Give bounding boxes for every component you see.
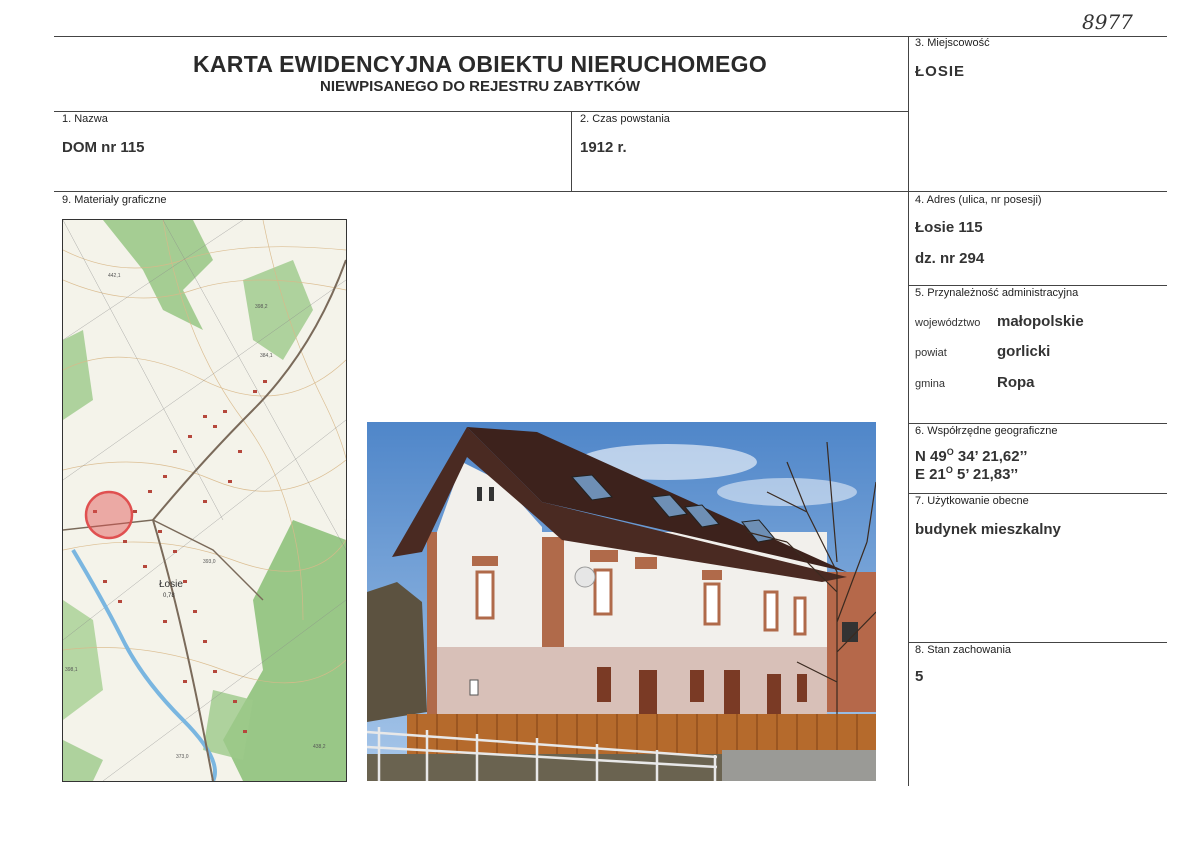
stan-value: 5 [915,668,924,685]
card-subtitle: NIEWPISANEGO DO REJESTRU ZABYTKÓW [319,78,641,95]
map-height-7: 373,0 [176,754,189,760]
map-town-label: Łosie [159,579,183,590]
wspolrzedne-label: 6. Współrzędne geograficzne [915,425,1058,437]
adres-value: Łosie 115 [915,219,983,236]
miejscowosc-value: ŁOSIE [915,63,966,80]
topographic-map: Łosie 0,78 442,1 398,2 384,1 393,0 398,1… [62,219,347,782]
wojewodztwo-label: województwo [915,317,981,329]
row-divider-2 [54,191,1167,192]
handwritten-number: 8977 [1082,10,1133,34]
przynaleznosc-label: 5. Przynależność administracyjna [915,287,1079,299]
dzialka-value: dz. nr 294 [915,250,985,267]
house-photo [367,422,876,781]
czas-label: 2. Czas powstania [580,113,670,125]
nazwa-value: DOM nr 115 [62,139,145,156]
adres-label: 4. Adres (ulica, nr posesji) [915,194,1042,206]
map-height-4: 393,0 [203,559,216,565]
map-height-2: 398,2 [255,304,268,310]
coord-e: E 21O 5’ 21,83’’ [915,465,1019,483]
top-border [54,36,1167,37]
map-height-3: 384,1 [260,353,273,359]
materialy-label: 9. Materiały graficzne [62,194,167,206]
right-divider-6 [908,423,1167,424]
czas-value: 1912 r. [580,139,627,156]
map-town-sub: 0,78 [163,593,175,599]
stan-label: 8. Stan zachowania [915,644,1012,656]
right-divider-7 [908,493,1167,494]
map-height-1: 442,1 [108,273,121,279]
nazwa-label: 1. Nazwa [62,113,108,125]
nazwa-czas-divider [571,111,572,191]
right-column-divider [908,36,909,786]
miejscowosc-label: 3. Miejscowość [915,37,990,49]
coord-n: N 49O 34’ 21,62’’ [915,447,1028,465]
record-card: 8977 KARTA EWIDENCYJNA OBIEKTU NIERUCHOM… [0,0,1199,843]
gmina-value: Ropa [997,374,1035,391]
powiat-label: powiat [915,347,947,359]
right-divider-5 [908,285,1167,286]
row-divider-1 [54,111,908,112]
uzytkowanie-value: budynek mieszkalny [915,521,1061,538]
right-divider-8 [908,642,1167,643]
wojewodztwo-value: małopolskie [997,313,1084,330]
powiat-value: gorlicki [997,343,1051,360]
uzytkowanie-label: 7. Użytkowanie obecne [915,495,1029,507]
card-title: KARTA EWIDENCYJNA OBIEKTU NIERUCHOMEGO [192,51,768,77]
gmina-label: gmina [915,378,945,390]
map-height-5: 398,1 [65,667,78,673]
map-height-6: 438,2 [313,744,326,750]
